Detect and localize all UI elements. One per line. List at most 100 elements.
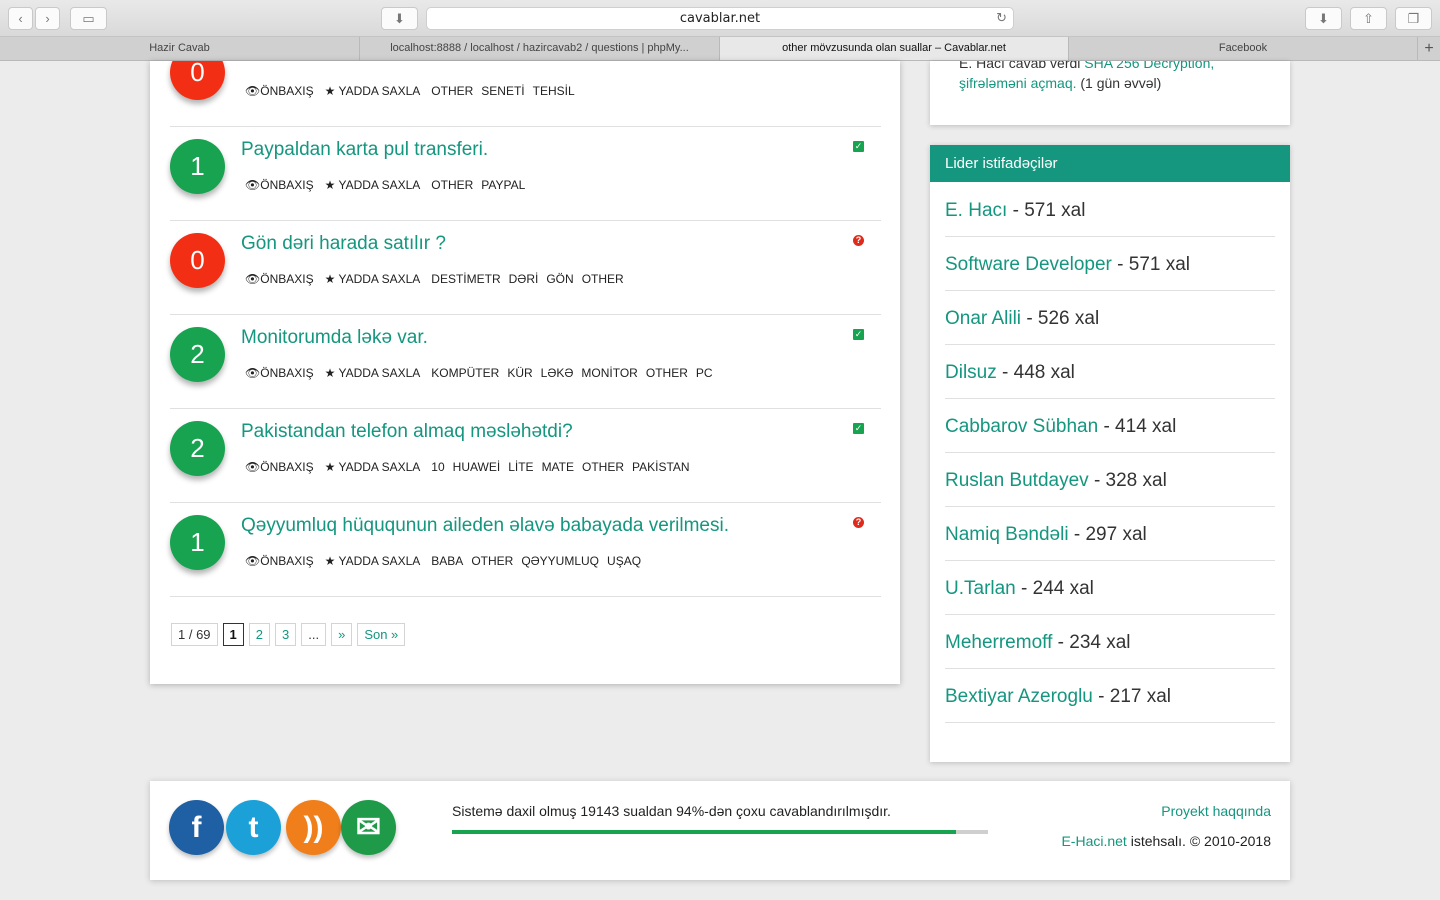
tag-link[interactable]: LİTE xyxy=(508,460,533,474)
leader-name-link[interactable]: Cabbarov Sübhan xyxy=(945,416,1098,437)
tag-link[interactable]: MONİTOR xyxy=(581,366,637,380)
preview-button[interactable]: 👁ÖNBAXIŞ xyxy=(245,366,314,380)
answer-count-badge: 1 xyxy=(170,515,225,570)
next-page-button[interactable]: » xyxy=(331,623,353,646)
downloads-button[interactable]: ⬇ xyxy=(1305,7,1342,30)
reload-icon[interactable]: ↻ xyxy=(996,8,1007,29)
page-3[interactable]: 3 xyxy=(275,623,297,646)
preview-button[interactable]: 👁ÖNBAXIŞ xyxy=(245,84,314,98)
leader-name-link[interactable]: Dilsuz xyxy=(945,362,997,383)
preview-label: ÖNBAXIŞ xyxy=(260,84,314,98)
tag-link[interactable]: SENETİ xyxy=(481,84,524,98)
leader-points: - 297 xal xyxy=(1073,524,1147,545)
tag-link[interactable]: KOMPÜTER xyxy=(431,366,499,380)
recent-activity-text: E. Hacı cavab verdi SHA 256 Decryption, … xyxy=(959,61,1259,93)
leader-name-link[interactable]: Namiq Bəndəli xyxy=(945,524,1069,545)
tab-cavablar[interactable]: other mövzusunda olan suallar – Cavablar… xyxy=(720,37,1069,60)
tag-link[interactable]: BABA xyxy=(431,554,463,568)
question-title-link[interactable]: Təhsil səneti xyxy=(241,61,348,67)
solved-check-icon: ✓ xyxy=(853,329,864,340)
address-bar[interactable]: cavablar.net ↻ xyxy=(426,7,1014,30)
leader-points: - 414 xal xyxy=(1103,416,1177,437)
tab-phpmyadmin[interactable]: localhost:8888 / localhost / hazircavab2… xyxy=(360,37,720,60)
stats-text: Sistemə daxil olmuş 19143 sualdan 94%-də… xyxy=(452,803,891,819)
preview-button[interactable]: 👁ÖNBAXIŞ xyxy=(245,178,314,192)
preview-button[interactable]: 👁ÖNBAXIŞ xyxy=(245,272,314,286)
tag-link[interactable]: GÖN xyxy=(546,272,573,286)
leader-name-link[interactable]: Onar Alili xyxy=(945,308,1021,329)
tag-link[interactable]: OTHER xyxy=(471,554,513,568)
tag-link[interactable]: KÜR xyxy=(507,366,532,380)
tag-link[interactable]: MATE xyxy=(542,460,574,474)
page-2[interactable]: 2 xyxy=(248,623,270,646)
save-button[interactable]: ★ YADDA SAXLA xyxy=(325,460,421,474)
tag-link[interactable]: OTHER xyxy=(582,272,624,286)
mail-icon[interactable]: ✉ xyxy=(341,800,396,855)
question-title-link[interactable]: Monitorumda ləkə var. xyxy=(241,327,428,349)
last-page-button[interactable]: Son » xyxy=(357,623,406,646)
answer-count-badge: 2 xyxy=(170,327,225,382)
preview-button[interactable]: 👁ÖNBAXIŞ xyxy=(245,460,314,474)
tag-link[interactable]: 10 xyxy=(431,460,444,474)
tag-link[interactable]: QƏYYUMLUQ xyxy=(521,554,599,568)
leader-name-link[interactable]: Ruslan Butdayev xyxy=(945,470,1089,491)
about-project-link[interactable]: Proyekt haqqında xyxy=(1161,803,1271,819)
question-item: 1 Qəyyumluq hüququnun aileden əlavə babay… xyxy=(170,503,881,597)
save-button[interactable]: ★ YADDA SAXLA xyxy=(325,366,421,380)
save-button[interactable]: ★ YADDA SAXLA xyxy=(325,272,421,286)
tag-link[interactable]: PAYPAL xyxy=(481,178,525,192)
leader-points: - 448 xal xyxy=(1002,362,1075,383)
recent-time: (1 gün əvvəl) xyxy=(1080,75,1162,91)
save-button[interactable]: ★ YADDA SAXLA xyxy=(325,178,421,192)
tab-overview-button[interactable]: ❐ xyxy=(1395,7,1432,30)
tag-link[interactable]: DESTİMETR xyxy=(431,272,500,286)
copyright: E-Haci.net istehsalı. © 2010-2018 xyxy=(1061,833,1271,849)
leader-name-link[interactable]: Bextiyar Azeroglu xyxy=(945,686,1093,707)
tag-link[interactable]: OTHER xyxy=(646,366,688,380)
tag-link[interactable]: OTHER xyxy=(582,460,624,474)
save-button[interactable]: ★ YADDA SAXLA xyxy=(325,84,421,98)
tag-link[interactable]: PAKİSTAN xyxy=(632,460,690,474)
tab-facebook[interactable]: Facebook xyxy=(1069,37,1418,60)
tag-link[interactable]: HUAWEİ xyxy=(453,460,501,474)
leader-name-link[interactable]: Meherremoff xyxy=(945,632,1052,653)
tag-link[interactable]: OTHER xyxy=(431,178,473,192)
tag-link[interactable]: PC xyxy=(696,366,713,380)
star-icon: ★ xyxy=(324,272,339,286)
rss-icon[interactable]: )) xyxy=(286,800,341,855)
question-title-link[interactable]: Gön dəri harada satılır ? xyxy=(241,233,446,255)
tag-link[interactable]: DƏRİ xyxy=(509,272,539,286)
share-button[interactable]: ⇧ xyxy=(1350,7,1387,30)
answer-count-badge: 0 xyxy=(170,61,225,100)
tag-link[interactable]: UŞAQ xyxy=(607,554,641,568)
tab-hazir-cavab[interactable]: Hazir Cavab xyxy=(0,37,360,60)
leader-item: Bextiyar Azeroglu - 217 xal xyxy=(945,669,1275,723)
downloads-shortcut-button[interactable]: ⬇ xyxy=(381,7,418,30)
question-title-link[interactable]: Qəyyumluq hüququnun aileden əlavə babaya… xyxy=(241,515,729,537)
question-item: 1 Paypaldan karta pul transferi. ✓ 👁ÖNBAXIŞ… xyxy=(170,127,881,221)
save-button[interactable]: ★ YADDA SAXLA xyxy=(325,554,421,568)
question-title-link[interactable]: Pakistandan telefon almaq məsləhətdi? xyxy=(241,421,573,443)
question-title-link[interactable]: Paypaldan karta pul transferi. xyxy=(241,139,488,161)
new-tab-icon[interactable]: + xyxy=(1418,37,1440,60)
question-meta: 👁ÖNBAXIŞ ★ YADDA SAXLA OTHER SENETİ TEHSİL xyxy=(245,84,583,98)
tag-link[interactable]: OTHER xyxy=(431,84,473,98)
twitter-icon[interactable]: t xyxy=(226,800,281,855)
download-circle-icon: ⬇ xyxy=(1318,10,1329,26)
preview-button[interactable]: 👁ÖNBAXIŞ xyxy=(245,554,314,568)
page-1[interactable]: 1 xyxy=(222,623,244,646)
leader-name-link[interactable]: Software Developer xyxy=(945,254,1112,275)
forward-button[interactable]: › xyxy=(35,7,60,30)
leader-name-link[interactable]: U.Tarlan xyxy=(945,578,1016,599)
copyright-text: istehsalı. © 2010-2018 xyxy=(1130,833,1271,849)
leader-item: Dilsuz - 448 xal xyxy=(945,345,1275,399)
download-arrow-icon: ⬇ xyxy=(394,10,405,26)
sidebar-toggle-button[interactable]: ▭ xyxy=(70,7,107,30)
company-link[interactable]: E-Haci.net xyxy=(1061,833,1126,849)
back-button[interactable]: ‹ xyxy=(8,7,33,30)
tag-link[interactable]: TEHSİL xyxy=(533,84,575,98)
footer: f t)) ✉ Sistemə daxil olmuş 19143 sualdan … xyxy=(150,781,1290,880)
facebook-icon[interactable]: f xyxy=(169,800,224,855)
leader-name-link[interactable]: E. Hacı xyxy=(945,200,1007,221)
tag-link[interactable]: LƏKƏ xyxy=(541,366,574,380)
